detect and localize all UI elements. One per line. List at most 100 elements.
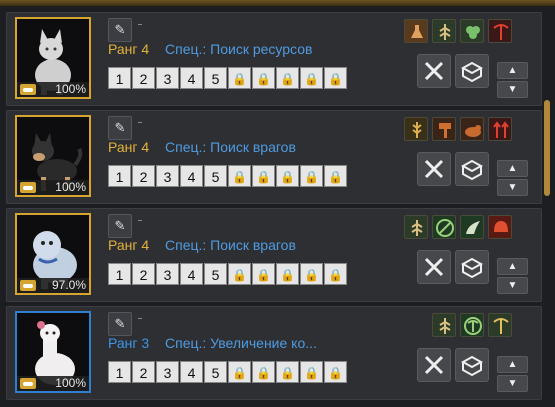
pickaxe-skill-icon[interactable] bbox=[488, 19, 512, 43]
pet-card: 97.0% ✎ Ранг 4 Спец.: Поиск врагов 1 2 3… bbox=[6, 208, 542, 302]
pet-specialization: Спец.: Поиск врагов bbox=[165, 139, 296, 155]
move-up-button[interactable]: ▲ bbox=[497, 62, 528, 79]
slot-5[interactable]: 5 bbox=[204, 361, 227, 383]
fern-skill-icon[interactable] bbox=[432, 19, 456, 43]
move-down-button[interactable]: ▼ bbox=[497, 81, 528, 98]
bird-skill-icon[interactable] bbox=[460, 117, 484, 141]
disassemble-button[interactable] bbox=[417, 250, 451, 284]
loyalty-value: 97.0% bbox=[51, 278, 86, 292]
locked-slot-lock-icon: 🔒 bbox=[300, 361, 323, 383]
food-bowl-icon bbox=[20, 182, 36, 193]
pet-skills bbox=[404, 215, 512, 239]
locked-slot-lock-icon: 🔒 bbox=[228, 361, 251, 383]
rename-button[interactable]: ✎ bbox=[108, 312, 132, 336]
slot-4[interactable]: 4 bbox=[180, 361, 203, 383]
slot-2[interactable]: 2 bbox=[132, 361, 155, 383]
pack-button[interactable] bbox=[455, 54, 489, 88]
wing-skill-icon[interactable] bbox=[460, 215, 484, 239]
slot-3[interactable]: 3 bbox=[156, 165, 179, 187]
potion-skill-icon[interactable] bbox=[404, 19, 428, 43]
locked-slot-lock-icon: 🔒 bbox=[276, 263, 299, 285]
clover-skill-icon[interactable] bbox=[460, 19, 484, 43]
window-top-border bbox=[0, 0, 555, 6]
wheat-skill-icon[interactable] bbox=[404, 117, 428, 141]
skill-slots: 1 2 3 4 5 🔒 🔒 🔒 🔒 🔒 bbox=[108, 67, 347, 89]
pet-portrait[interactable]: 100% bbox=[15, 115, 91, 197]
slot-3[interactable]: 3 bbox=[156, 361, 179, 383]
locked-slot-lock-icon: 🔒 bbox=[252, 67, 275, 89]
pack-button[interactable] bbox=[455, 152, 489, 186]
skill-slots: 1 2 3 4 5 🔒 🔒 🔒 🔒 🔒 bbox=[108, 165, 347, 187]
move-up-button[interactable]: ▲ bbox=[497, 258, 528, 275]
scrollbar-thumb[interactable] bbox=[544, 100, 550, 196]
move-down-button[interactable]: ▼ bbox=[497, 277, 528, 294]
sickle-skill-icon[interactable] bbox=[432, 215, 456, 239]
food-bowl-icon bbox=[20, 378, 36, 389]
pet-rank: Ранг 4 bbox=[108, 139, 150, 155]
slot-1[interactable]: 1 bbox=[108, 263, 131, 285]
pet-portrait[interactable]: 100% bbox=[15, 17, 91, 99]
slot-5[interactable]: 5 bbox=[204, 67, 227, 89]
arrows-skill-icon[interactable] bbox=[488, 117, 512, 141]
pet-card: 100% ✎ Ранг 4 Спец.: Поиск ресурсов 1 2 … bbox=[6, 12, 542, 106]
loyalty-meter: 100% bbox=[17, 82, 89, 97]
slot-1[interactable]: 1 bbox=[108, 361, 131, 383]
move-up-button[interactable]: ▲ bbox=[497, 356, 528, 373]
pickaxe-skill-icon[interactable] bbox=[460, 313, 484, 337]
move-down-button[interactable]: ▼ bbox=[497, 179, 528, 196]
move-down-button[interactable]: ▼ bbox=[497, 375, 528, 392]
slot-4[interactable]: 4 bbox=[180, 67, 203, 89]
pack-button[interactable] bbox=[455, 348, 489, 382]
pet-portrait[interactable]: 100% bbox=[15, 311, 91, 393]
pet-specialization: Спец.: Поиск врагов bbox=[165, 237, 296, 253]
locked-slot-lock-icon: 🔒 bbox=[300, 263, 323, 285]
pet-skills bbox=[404, 19, 512, 43]
slot-2[interactable]: 2 bbox=[132, 67, 155, 89]
slot-5[interactable]: 5 bbox=[204, 263, 227, 285]
move-up-button[interactable]: ▲ bbox=[497, 160, 528, 177]
loyalty-value: 100% bbox=[55, 376, 86, 390]
locked-slot-lock-icon: 🔒 bbox=[324, 263, 347, 285]
disassemble-button[interactable] bbox=[417, 54, 451, 88]
slot-4[interactable]: 4 bbox=[180, 263, 203, 285]
pet-portrait[interactable]: 97.0% bbox=[15, 213, 91, 295]
slot-1[interactable]: 1 bbox=[108, 165, 131, 187]
slot-2[interactable]: 2 bbox=[132, 263, 155, 285]
locked-slot-lock-icon: 🔒 bbox=[252, 165, 275, 187]
locked-slot-lock-icon: 🔒 bbox=[252, 361, 275, 383]
locked-slot-lock-icon: 🔒 bbox=[228, 67, 251, 89]
locked-slot-lock-icon: 🔒 bbox=[300, 67, 323, 89]
locked-slot-lock-icon: 🔒 bbox=[324, 361, 347, 383]
crossed-axes-icon bbox=[424, 355, 444, 375]
pickaxe-skill-icon[interactable] bbox=[488, 313, 512, 337]
locked-slot-lock-icon: 🔒 bbox=[324, 67, 347, 89]
slot-2[interactable]: 2 bbox=[132, 165, 155, 187]
rename-button[interactable]: ✎ bbox=[108, 18, 132, 42]
fern-skill-icon[interactable] bbox=[432, 313, 456, 337]
slot-5[interactable]: 5 bbox=[204, 165, 227, 187]
pet-rank: Ранг 3 bbox=[108, 335, 150, 351]
helmet-skill-icon[interactable] bbox=[488, 215, 512, 239]
crossed-axes-icon bbox=[424, 159, 444, 179]
locked-slot-lock-icon: 🔒 bbox=[276, 361, 299, 383]
rename-button[interactable]: ✎ bbox=[108, 214, 132, 238]
slot-3[interactable]: 3 bbox=[156, 67, 179, 89]
locked-slot-lock-icon: 🔒 bbox=[228, 263, 251, 285]
disassemble-button[interactable] bbox=[417, 348, 451, 382]
pet-specialization: Спец.: Увеличение ко... bbox=[165, 335, 317, 351]
slot-1[interactable]: 1 bbox=[108, 67, 131, 89]
crossed-axes-icon bbox=[424, 61, 444, 81]
rename-button[interactable]: ✎ bbox=[108, 116, 132, 140]
locked-slot-lock-icon: 🔒 bbox=[252, 263, 275, 285]
crossed-axes-icon bbox=[424, 257, 444, 277]
slot-4[interactable]: 4 bbox=[180, 165, 203, 187]
disassemble-button[interactable] bbox=[417, 152, 451, 186]
box-icon bbox=[460, 257, 484, 279]
locked-slot-lock-icon: 🔒 bbox=[276, 165, 299, 187]
hammer-skill-icon[interactable] bbox=[432, 117, 456, 141]
pet-rank: Ранг 4 bbox=[108, 41, 150, 57]
pack-button[interactable] bbox=[455, 250, 489, 284]
fern-skill-icon[interactable] bbox=[404, 215, 428, 239]
skill-slots: 1 2 3 4 5 🔒 🔒 🔒 🔒 🔒 bbox=[108, 361, 347, 383]
slot-3[interactable]: 3 bbox=[156, 263, 179, 285]
